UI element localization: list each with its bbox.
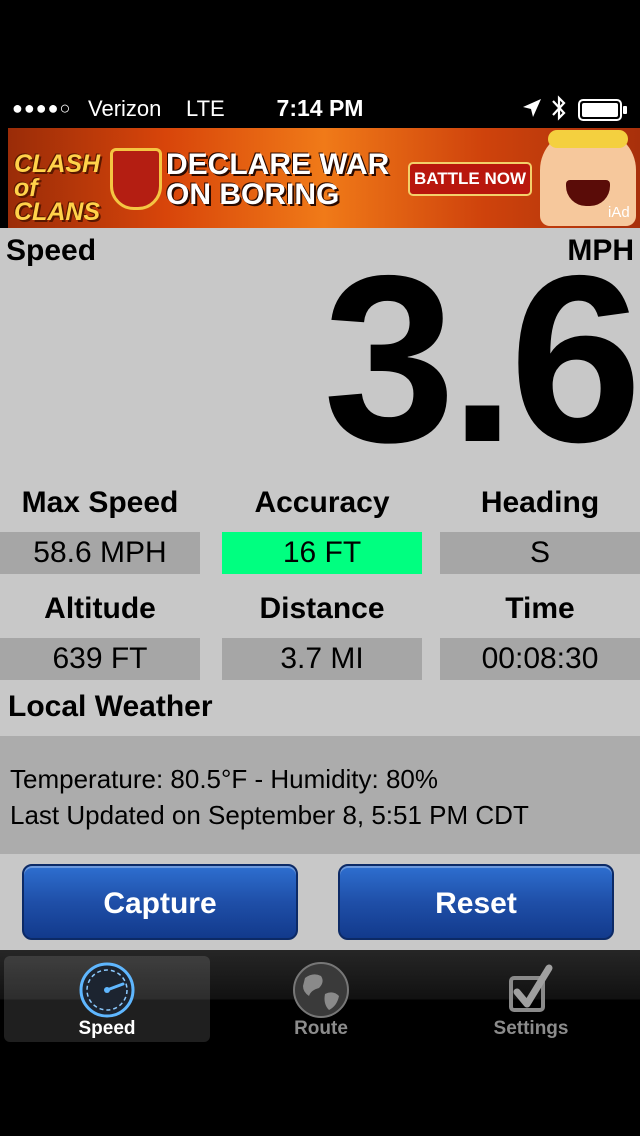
heading-value: S xyxy=(440,532,640,574)
iad-badge: iAd xyxy=(608,204,630,221)
tab-bar: Speed Route Settings xyxy=(0,950,640,1048)
weather-last-updated: Last Updated on September 8, 5:51 PM CDT xyxy=(10,800,529,830)
status-time: 7:14 PM xyxy=(276,95,364,121)
weather-info-box: Temperature: 80.5°F - Humidity: 80% Last… xyxy=(0,736,640,854)
accuracy-label: Accuracy xyxy=(254,486,390,519)
speed-panel: Speed MPH 3.6 Max Speed Accuracy Heading… xyxy=(0,228,640,950)
tab-speed[interactable]: Speed xyxy=(4,956,210,1042)
location-arrow-icon xyxy=(522,98,542,124)
elapsed-time-value: 00:08:30 xyxy=(440,638,640,680)
time-label: Time xyxy=(505,592,575,625)
speed-label: Speed xyxy=(6,234,97,267)
speedometer-icon xyxy=(77,960,137,1020)
altitude-value: 639 FT xyxy=(0,638,200,680)
tab-settings-label: Settings xyxy=(493,1018,569,1039)
tab-speed-label: Speed xyxy=(78,1018,136,1039)
ad-battle-now-button[interactable]: BATTLE NOW xyxy=(408,162,532,196)
accuracy-value: 16 FT xyxy=(222,532,422,574)
ad-logo-text: CLASH of CLANS xyxy=(14,150,101,226)
ad-game-logo: CLASH of CLANS xyxy=(14,146,162,225)
tab-route[interactable]: Route xyxy=(218,956,424,1042)
capture-button[interactable]: Capture xyxy=(22,864,298,940)
distance-label: Distance xyxy=(259,592,385,625)
local-weather-title: Local Weather xyxy=(8,690,213,723)
globe-icon xyxy=(291,960,351,1020)
max-speed-value: 58.6 MPH xyxy=(0,532,200,574)
battery-icon xyxy=(578,99,628,127)
ad-headline: DECLARE WAR ON BORING xyxy=(166,148,390,211)
altitude-label: Altitude xyxy=(44,592,156,625)
max-speed-label: Max Speed xyxy=(21,486,179,519)
distance-value: 3.7 MI xyxy=(222,638,422,680)
ad-banner[interactable]: CLASH of CLANS DECLARE WAR ON BORING BAT… xyxy=(8,128,640,228)
bluetooth-icon xyxy=(550,94,568,128)
current-speed-value: 3.6 xyxy=(323,227,640,492)
tab-route-label: Route xyxy=(294,1018,348,1039)
checkbox-check-icon xyxy=(501,960,561,1020)
tab-settings[interactable]: Settings xyxy=(428,956,634,1042)
weather-temperature-humidity: Temperature: 80.5°F - Humidity: 80% xyxy=(10,764,439,794)
status-bar: ●●●●○ Verizon LTE 7:14 PM xyxy=(0,90,640,128)
reset-button[interactable]: Reset xyxy=(338,864,614,940)
heading-label: Heading xyxy=(480,486,600,519)
